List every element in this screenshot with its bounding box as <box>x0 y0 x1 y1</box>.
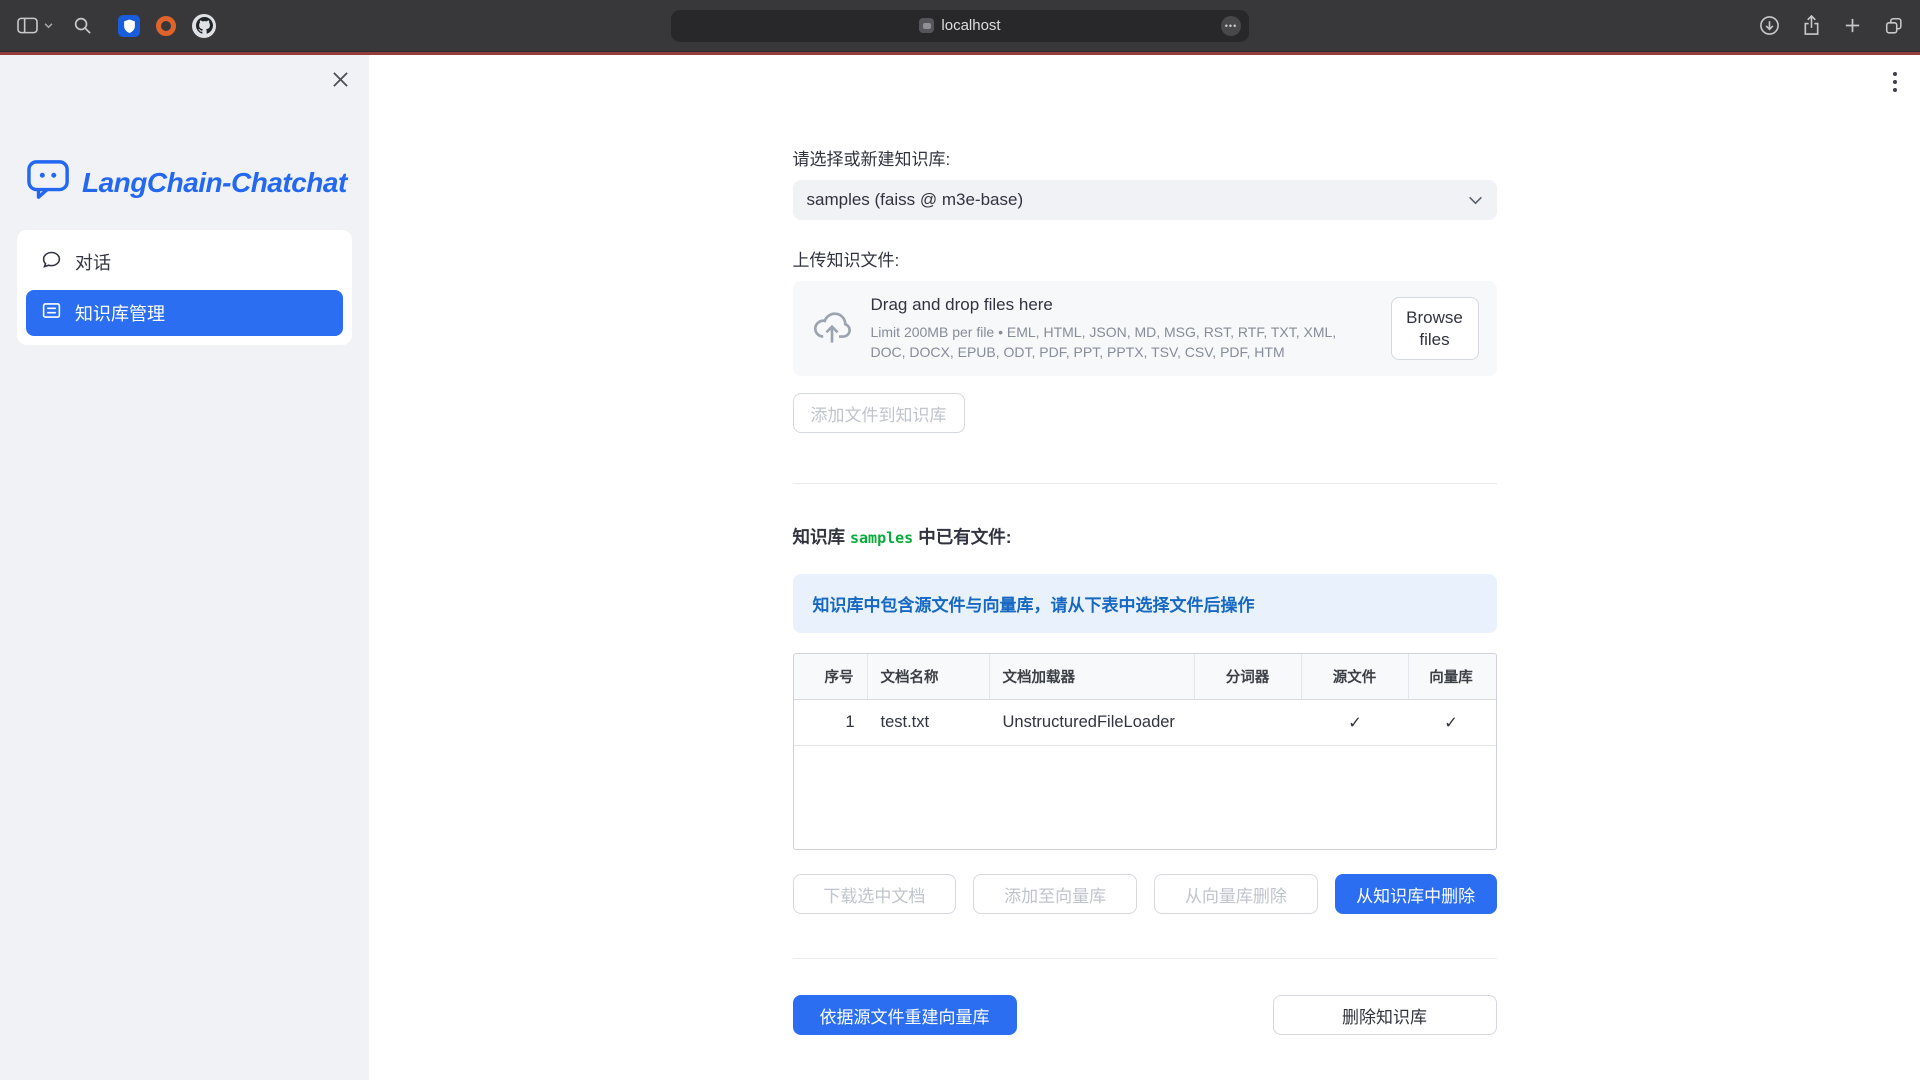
column-header-splitter[interactable]: 分词器 <box>1195 654 1302 699</box>
sidebar: LangChain-Chatchat 对话 知识库管理 <box>0 55 369 1080</box>
dropzone-limit-text: Limit 200MB per file • EML, HTML, JSON, … <box>871 322 1373 363</box>
sidebar-nav: 对话 知识库管理 <box>17 230 352 345</box>
delete-from-kb-button[interactable]: 从知识库中删除 <box>1335 874 1497 914</box>
nav-item-label: 知识库管理 <box>75 300 165 326</box>
download-selected-button[interactable]: 下载选中文档 <box>793 874 957 914</box>
kb-selectbox[interactable]: samples (faiss @ m3e-base) <box>793 180 1497 220</box>
documents-table: 序号 文档名称 文档加载器 分词器 源文件 向量库 1 test.txt Uns… <box>793 653 1497 850</box>
kb-select-label: 请选择或新建知识库: <box>793 145 1497 170</box>
column-header-source-file[interactable]: 源文件 <box>1302 654 1409 699</box>
add-to-vector-store-button[interactable]: 添加至向量库 <box>973 874 1137 914</box>
divider <box>793 483 1497 484</box>
kb-selectbox-value: samples (faiss @ m3e-base) <box>807 190 1024 210</box>
row-action-buttons: 下载选中文档 添加至向量库 从向量库删除 从知识库中删除 <box>793 874 1497 914</box>
new-tab-icon[interactable] <box>1843 16 1862 35</box>
rebuild-vector-store-button[interactable]: 依据源文件重建向量库 <box>793 995 1017 1035</box>
main-area: 请选择或新建知识库: samples (faiss @ m3e-base) 上传… <box>369 55 1920 1080</box>
dropzone-title: Drag and drop files here <box>871 295 1373 315</box>
info-banner: 知识库中包含源文件与向量库，请从下表中选择文件后操作 <box>793 574 1497 633</box>
share-icon[interactable] <box>1802 15 1821 36</box>
kb-heading-prefix: 知识库 <box>793 527 846 547</box>
nav-item-knowledge-base[interactable]: 知识库管理 <box>26 290 343 336</box>
cloud-upload-icon <box>811 305 853 352</box>
column-header-doc-name[interactable]: 文档名称 <box>868 654 990 699</box>
knowledge-base-icon <box>41 300 62 326</box>
page-options-icon[interactable]: ••• <box>1221 16 1241 36</box>
table-row[interactable]: 1 test.txt UnstructuredFileLoader ✓ ✓ <box>794 700 1496 746</box>
bitwarden-extension-icon[interactable] <box>118 15 140 37</box>
cell-source-file-check: ✓ <box>1302 700 1409 745</box>
column-header-loader[interactable]: 文档加载器 <box>990 654 1195 699</box>
app-title: LangChain-Chatchat <box>82 167 347 199</box>
cell-index: 1 <box>794 700 868 745</box>
downloads-icon[interactable] <box>1759 15 1780 36</box>
browser-toolbar: localhost ••• <box>0 0 1920 52</box>
chat-bubble-logo-icon <box>26 159 72 206</box>
orange-extension-icon[interactable] <box>156 16 176 36</box>
add-files-to-kb-button[interactable]: 添加文件到知识库 <box>793 393 965 433</box>
nav-item-chat[interactable]: 对话 <box>26 239 343 285</box>
address-url: localhost <box>941 17 1000 34</box>
remove-from-vector-store-button[interactable]: 从向量库删除 <box>1154 874 1318 914</box>
kb-heading-suffix: 中已有文件: <box>918 527 1011 547</box>
kb-files-heading: 知识库samples 中已有文件: <box>793 524 1497 549</box>
sidebar-toggle-icon[interactable] <box>16 16 53 35</box>
upload-label: 上传知识文件: <box>793 246 1497 271</box>
app-logo: LangChain-Chatchat <box>26 159 369 206</box>
tab-overview-icon[interactable] <box>1884 16 1904 36</box>
nav-item-label: 对话 <box>75 249 111 275</box>
cell-splitter <box>1195 700 1302 745</box>
delete-kb-button[interactable]: 删除知识库 <box>1273 995 1497 1035</box>
cell-loader: UnstructuredFileLoader <box>990 700 1195 745</box>
cell-doc-name: test.txt <box>868 700 990 745</box>
kb-action-buttons: 依据源文件重建向量库 删除知识库 <box>793 995 1497 1035</box>
cell-vector-store-check: ✓ <box>1409 700 1494 745</box>
browse-files-button[interactable]: Browse files <box>1391 297 1479 360</box>
file-dropzone[interactable]: Drag and drop files here Limit 200MB per… <box>793 281 1497 376</box>
address-bar[interactable]: localhost ••• <box>671 10 1249 42</box>
kb-name-code: samples <box>850 529 913 547</box>
chevron-down-icon <box>1468 190 1483 210</box>
close-sidebar-icon[interactable] <box>332 71 349 93</box>
search-icon[interactable] <box>73 16 92 35</box>
column-header-index[interactable]: 序号 <box>794 654 868 699</box>
chat-icon <box>41 249 62 275</box>
site-favicon <box>919 18 934 33</box>
table-header-row: 序号 文档名称 文档加载器 分词器 源文件 向量库 <box>794 654 1496 700</box>
column-header-vector-store[interactable]: 向量库 <box>1409 654 1494 699</box>
divider <box>793 958 1497 959</box>
github-extension-icon[interactable] <box>192 14 216 38</box>
kebab-menu-icon[interactable] <box>1892 71 1898 98</box>
